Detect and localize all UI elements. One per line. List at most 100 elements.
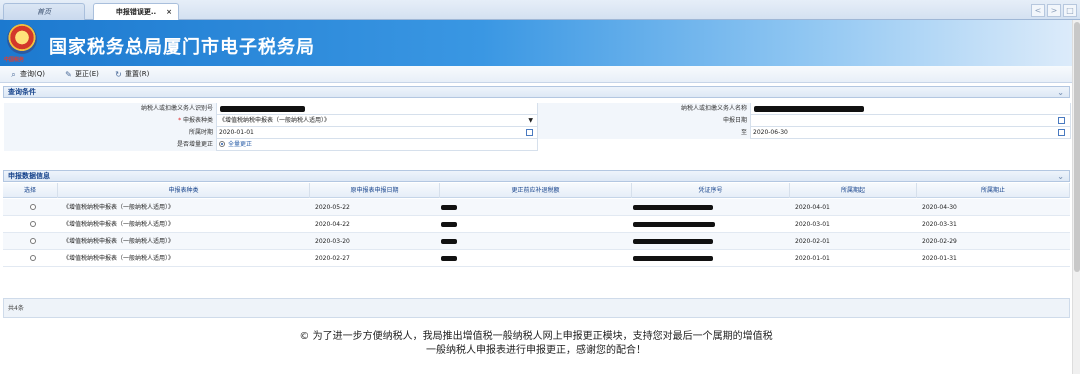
tax-emblem-icon bbox=[7, 24, 37, 54]
grid-header: 选择 申报表种类 原申报表申报日期 更正前应补退税额 凭证序号 所属期起 所属期… bbox=[3, 183, 1070, 198]
col-select: 选择 bbox=[3, 183, 58, 198]
row-select-radio[interactable] bbox=[25, 250, 39, 267]
reset-button-label: 重置(R) bbox=[125, 70, 150, 78]
notice-line-2: 一般纳税人申报表进行申报更正，感谢您的配合！ bbox=[426, 345, 646, 356]
tab-correction[interactable]: 申报错误更.. × bbox=[93, 3, 179, 20]
prev-tab-icon[interactable]: < bbox=[1031, 4, 1045, 17]
period-from-value: 2020-01-01 bbox=[219, 129, 254, 136]
record-count: 共4条 bbox=[8, 305, 24, 312]
cell-period-start: 2020-04-01 bbox=[795, 204, 830, 211]
radio-icon[interactable] bbox=[30, 204, 36, 210]
taxpayer-name-label: 纳税人或扣缴义务人名称 bbox=[538, 103, 751, 115]
scrollbar-thumb[interactable] bbox=[1074, 22, 1080, 272]
tab-home[interactable]: 首页 bbox=[3, 3, 85, 20]
redacted-value bbox=[441, 256, 457, 261]
radio-selected-icon[interactable] bbox=[219, 141, 225, 147]
col-period-start: 所属期起 bbox=[790, 183, 917, 198]
search-icon: ⌕ bbox=[11, 70, 16, 79]
calendar-icon[interactable] bbox=[1058, 129, 1065, 136]
col-tax-amount: 更正前应补退税额 bbox=[440, 183, 632, 198]
query-button[interactable]: ⌕ 查询(Q) bbox=[9, 68, 45, 81]
redacted-value bbox=[441, 222, 457, 227]
cell-report-type: 《增值税纳税申报表（一般纳税人适用）》 bbox=[63, 221, 175, 228]
tab-correction-label: 申报错误更.. bbox=[115, 8, 157, 16]
incremental-radio[interactable]: 全量更正 bbox=[217, 139, 538, 151]
report-date-field[interactable] bbox=[751, 115, 1071, 127]
period-from-field[interactable]: 2020-01-01 bbox=[217, 127, 538, 139]
report-type-select[interactable]: 《增值税纳税申报表（一般纳税人适用）》 ▼ bbox=[217, 115, 538, 127]
logo-text: 中国税务 bbox=[4, 57, 25, 63]
row-select-radio[interactable] bbox=[25, 216, 39, 233]
cell-original-date: 2020-04-22 bbox=[315, 221, 350, 228]
cell-original-date: 2020-03-20 bbox=[315, 238, 350, 245]
table-row[interactable]: 《增值税纳税申报表（一般纳税人适用）》 2020-03-20 2020-02-0… bbox=[3, 233, 1070, 250]
cell-period-start: 2020-03-01 bbox=[795, 221, 830, 228]
cell-period-end: 2020-04-30 bbox=[922, 204, 957, 211]
data-panel-title: 申报数据信息 bbox=[8, 172, 50, 180]
taxpayer-id-field[interactable] bbox=[217, 103, 538, 115]
table-row[interactable]: 《增值税纳税申报表（一般纳税人适用）》 2020-05-22 2020-04-0… bbox=[3, 199, 1070, 216]
redacted-value bbox=[441, 239, 457, 244]
form-row: 所属时期 2020-01-01 至 2020-06-30 bbox=[4, 127, 1071, 139]
radio-icon[interactable] bbox=[30, 221, 36, 227]
redacted-value bbox=[633, 256, 713, 261]
form-row: * 申报表种类 《增值税纳税申报表（一般纳税人适用）》 ▼ 申报日期 bbox=[4, 115, 1071, 127]
cell-report-type: 《增值税纳税申报表（一般纳税人适用）》 bbox=[63, 255, 175, 262]
period-to-value: 2020-06-30 bbox=[753, 129, 788, 136]
cell-period-start: 2020-01-01 bbox=[795, 255, 830, 262]
taxpayer-name-field[interactable] bbox=[751, 103, 1071, 115]
col-period-end: 所属期止 bbox=[917, 183, 1070, 198]
close-icon[interactable]: × bbox=[166, 4, 172, 20]
query-panel-header[interactable]: 查询条件 ⌄ bbox=[3, 86, 1070, 98]
next-tab-icon[interactable]: > bbox=[1047, 4, 1061, 17]
cell-original-date: 2020-02-27 bbox=[315, 255, 350, 262]
tab-bar: 首页 申报错误更.. × < > □ bbox=[0, 0, 1080, 20]
col-original-date: 原申报表申报日期 bbox=[310, 183, 440, 198]
row-select-radio[interactable] bbox=[25, 199, 39, 216]
form-row: 纳税人或扣缴义务人识别号 纳税人或扣缴义务人名称 bbox=[4, 103, 1071, 115]
incremental-value: 全量更正 bbox=[228, 141, 253, 148]
cell-original-date: 2020-05-22 bbox=[315, 204, 350, 211]
report-type-label-cell: * 申报表种类 bbox=[4, 115, 217, 127]
col-voucher-no: 凭证序号 bbox=[632, 183, 790, 198]
correct-button[interactable]: ✎ 更正(E) bbox=[64, 68, 99, 81]
row-select-radio[interactable] bbox=[25, 233, 39, 250]
redacted-value bbox=[441, 205, 457, 210]
notice-line-1: © 为了进一步方便纳税人，我局推出增值税一般纳税人网上申报更正模块，支持您对最后… bbox=[299, 331, 773, 342]
chevron-down-icon[interactable]: ⌄ bbox=[1057, 87, 1064, 98]
site-banner: 中国税务 国家税务总局厦门市电子税务局 bbox=[0, 20, 1072, 66]
period-label: 所属时期 bbox=[4, 127, 217, 139]
query-panel-title: 查询条件 bbox=[8, 88, 36, 96]
redacted-value bbox=[633, 205, 713, 210]
reset-button[interactable]: ↻ 重置(R) bbox=[114, 68, 149, 81]
dropdown-arrow-icon[interactable]: ▼ bbox=[528, 115, 533, 127]
cell-report-type: 《增值税纳税申报表（一般纳税人适用）》 bbox=[63, 204, 175, 211]
cell-period-start: 2020-02-01 bbox=[795, 238, 830, 245]
tab-home-label: 首页 bbox=[37, 8, 51, 16]
calendar-icon[interactable] bbox=[1058, 117, 1065, 124]
radio-icon[interactable] bbox=[30, 255, 36, 261]
site-title: 国家税务总局厦门市电子税务局 bbox=[49, 37, 315, 58]
grid-footer: 共4条 bbox=[3, 298, 1070, 318]
correct-button-label: 更正(E) bbox=[75, 70, 99, 78]
calendar-icon[interactable] bbox=[526, 129, 533, 136]
radio-icon[interactable] bbox=[30, 238, 36, 244]
period-to-label: 至 bbox=[538, 127, 751, 139]
toolbar: ⌕ 查询(Q) ✎ 更正(E) ↻ 重置(R) bbox=[0, 66, 1072, 83]
data-panel-header[interactable]: 申报数据信息 ⌄ bbox=[3, 170, 1070, 182]
cell-period-end: 2020-01-31 bbox=[922, 255, 957, 262]
taxpayer-id-label: 纳税人或扣缴义务人识别号 bbox=[4, 103, 217, 115]
table-row[interactable]: 《增值税纳税申报表（一般纳税人适用）》 2020-04-22 2020-03-0… bbox=[3, 216, 1070, 233]
period-to-field[interactable]: 2020-06-30 bbox=[751, 127, 1071, 139]
redacted-value bbox=[220, 106, 305, 112]
table-row[interactable]: 《增值税纳税申报表（一般纳税人适用）》 2020-02-27 2020-01-0… bbox=[3, 250, 1070, 267]
cell-period-end: 2020-03-31 bbox=[922, 221, 957, 228]
form-row: 是否增量更正 全量更正 bbox=[4, 139, 538, 151]
redacted-value bbox=[633, 222, 715, 227]
maximize-icon[interactable]: □ bbox=[1063, 4, 1077, 17]
vertical-scrollbar[interactable] bbox=[1072, 20, 1080, 374]
refresh-icon: ↻ bbox=[115, 70, 122, 79]
report-type-value: 《增值税纳税申报表（一般纳税人适用）》 bbox=[219, 117, 331, 124]
chevron-down-icon[interactable]: ⌄ bbox=[1057, 171, 1064, 182]
redacted-value bbox=[754, 106, 864, 112]
